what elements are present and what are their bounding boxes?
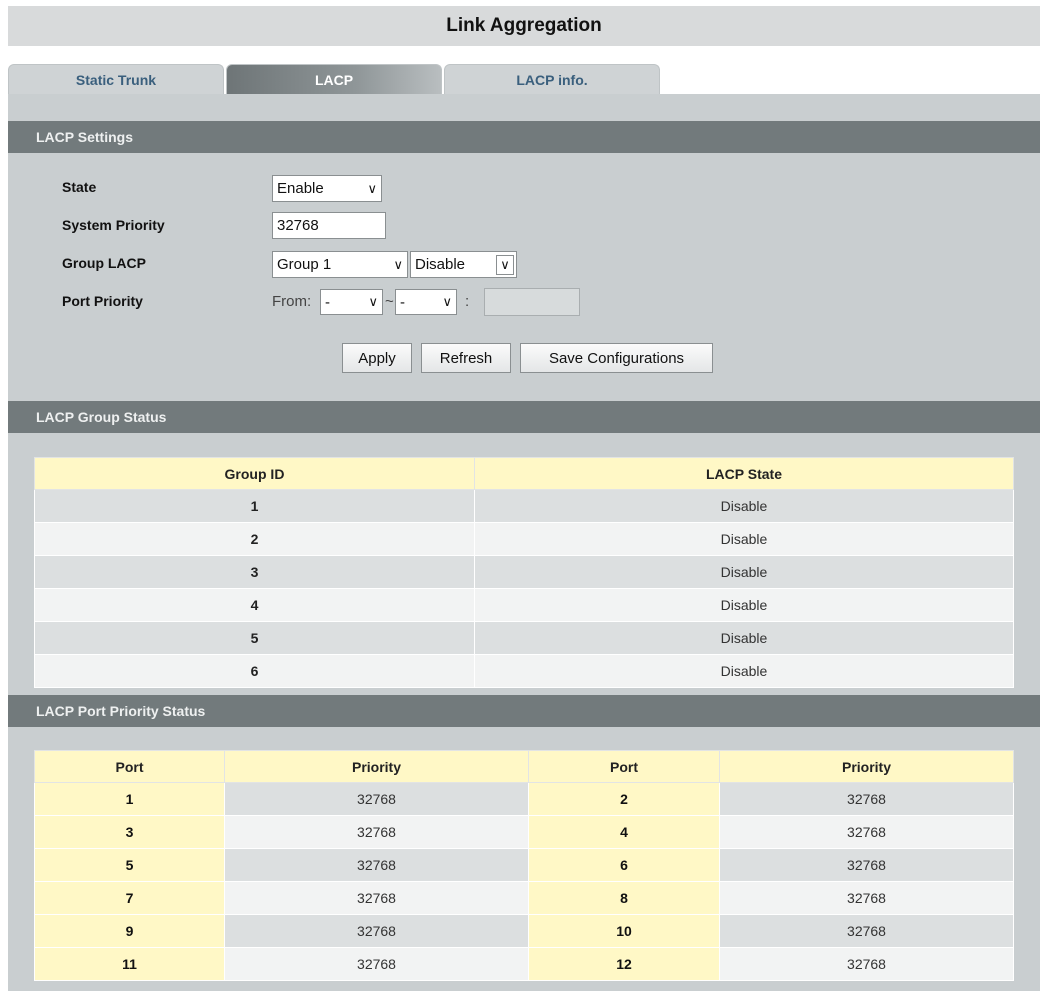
lacp-state-cell: Disable — [474, 654, 1014, 688]
lacp-state-cell: Disable — [474, 621, 1014, 655]
table-header-row: Port Priority Port Priority — [34, 750, 1014, 783]
column-header-lacp-state: LACP State — [474, 457, 1014, 490]
table-row: 9 32768 10 32768 — [34, 914, 1014, 948]
tab-bar: Static Trunk LACP LACP info. — [8, 64, 662, 94]
port-cell: 3 — [34, 815, 225, 849]
state-select-value: Enable — [277, 180, 324, 197]
column-header-port: Port — [528, 750, 720, 783]
priority-cell: 32768 — [224, 881, 529, 915]
port-cell: 4 — [528, 815, 720, 849]
group-select-value: Group 1 — [277, 256, 332, 273]
chevron-down-icon: ∨ — [442, 294, 452, 309]
range-separator: ~ — [385, 293, 394, 310]
priority-cell: 32768 — [719, 815, 1014, 849]
system-priority-label: System Priority — [62, 217, 165, 233]
column-header-group-id: Group ID — [34, 457, 475, 490]
group-state-select[interactable]: Disable ∨ — [410, 251, 517, 278]
system-priority-input[interactable]: 32768 — [272, 212, 386, 239]
port-cell: 9 — [34, 914, 225, 948]
port-cell: 10 — [528, 914, 720, 948]
tab-lacp[interactable]: LACP — [226, 64, 442, 94]
colon-separator: : — [465, 293, 470, 310]
lacp-settings-header: LACP Settings — [8, 121, 1040, 153]
priority-cell: 32768 — [719, 914, 1014, 948]
group-status-table: Group ID LACP State 1 Disable 2 Disable … — [34, 457, 1014, 688]
priority-cell: 32768 — [719, 947, 1014, 981]
tab-lacp-info[interactable]: LACP info. — [444, 64, 660, 94]
group-id-cell: 4 — [34, 588, 475, 622]
group-id-cell: 2 — [34, 522, 475, 556]
port-priority-table: Port Priority Port Priority 1 32768 2 32… — [34, 750, 1014, 981]
group-id-cell: 1 — [34, 489, 475, 523]
table-header-row: Group ID LACP State — [34, 457, 1014, 490]
table-row: 7 32768 8 32768 — [34, 881, 1014, 915]
table-row: 3 32768 4 32768 — [34, 815, 1014, 849]
priority-cell: 32768 — [719, 881, 1014, 915]
system-priority-value: 32768 — [277, 217, 319, 234]
page-title: Link Aggregation — [8, 6, 1040, 46]
table-row: 6 Disable — [34, 654, 1014, 688]
priority-cell: 32768 — [224, 782, 529, 816]
column-header-priority: Priority — [224, 750, 529, 783]
port-from-select[interactable]: - ∨ — [320, 289, 383, 315]
table-row: 11 32768 12 32768 — [34, 947, 1014, 981]
table-row: 1 Disable — [34, 489, 1014, 523]
chevron-down-icon: ∨ — [393, 256, 403, 272]
table-row: 3 Disable — [34, 555, 1014, 589]
apply-button[interactable]: Apply — [342, 343, 412, 373]
table-row: 1 32768 2 32768 — [34, 782, 1014, 816]
port-cell: 5 — [34, 848, 225, 882]
priority-cell: 32768 — [224, 815, 529, 849]
priority-cell: 32768 — [224, 947, 529, 981]
port-cell: 8 — [528, 881, 720, 915]
group-state-value: Disable — [415, 256, 466, 273]
port-cell: 6 — [528, 848, 720, 882]
table-row: 2 Disable — [34, 522, 1014, 556]
group-id-cell: 3 — [34, 555, 475, 589]
port-to-value: - — [400, 293, 405, 311]
port-cell: 11 — [34, 947, 225, 981]
state-select[interactable]: Enable ∨ — [272, 175, 382, 202]
state-label: State — [62, 179, 97, 195]
save-configurations-button[interactable]: Save Configurations — [520, 343, 713, 373]
lacp-state-cell: Disable — [474, 555, 1014, 589]
port-cell: 7 — [34, 881, 225, 915]
group-id-cell: 6 — [34, 654, 475, 688]
group-id-cell: 5 — [34, 621, 475, 655]
group-select[interactable]: Group 1 ∨ — [272, 251, 408, 278]
content-panel: LACP Settings State Enable ∨ System Prio… — [8, 94, 1040, 991]
priority-cell: 32768 — [224, 914, 529, 948]
port-to-select[interactable]: - ∨ — [395, 289, 457, 315]
table-row: 5 32768 6 32768 — [34, 848, 1014, 882]
port-from-value: - — [325, 293, 330, 311]
port-cell: 1 — [34, 782, 225, 816]
port-priority-input[interactable] — [484, 288, 580, 316]
lacp-group-status-header: LACP Group Status — [8, 401, 1040, 433]
refresh-button[interactable]: Refresh — [421, 343, 511, 373]
priority-cell: 32768 — [224, 848, 529, 882]
chevron-down-icon: ∨ — [496, 254, 514, 275]
priority-cell: 32768 — [719, 782, 1014, 816]
tab-static-trunk[interactable]: Static Trunk — [8, 64, 224, 94]
lacp-state-cell: Disable — [474, 489, 1014, 523]
chevron-down-icon: ∨ — [368, 294, 378, 309]
lacp-port-priority-status-header: LACP Port Priority Status — [8, 695, 1040, 727]
lacp-state-cell: Disable — [474, 588, 1014, 622]
table-row: 4 Disable — [34, 588, 1014, 622]
column-header-port: Port — [34, 750, 225, 783]
port-priority-label: Port Priority — [62, 293, 143, 309]
port-cell: 2 — [528, 782, 720, 816]
table-row: 5 Disable — [34, 621, 1014, 655]
group-lacp-label: Group LACP — [62, 255, 146, 271]
from-label: From: — [272, 293, 312, 310]
column-header-priority: Priority — [719, 750, 1014, 783]
priority-cell: 32768 — [719, 848, 1014, 882]
chevron-down-icon: ∨ — [367, 180, 377, 196]
lacp-state-cell: Disable — [474, 522, 1014, 556]
port-cell: 12 — [528, 947, 720, 981]
